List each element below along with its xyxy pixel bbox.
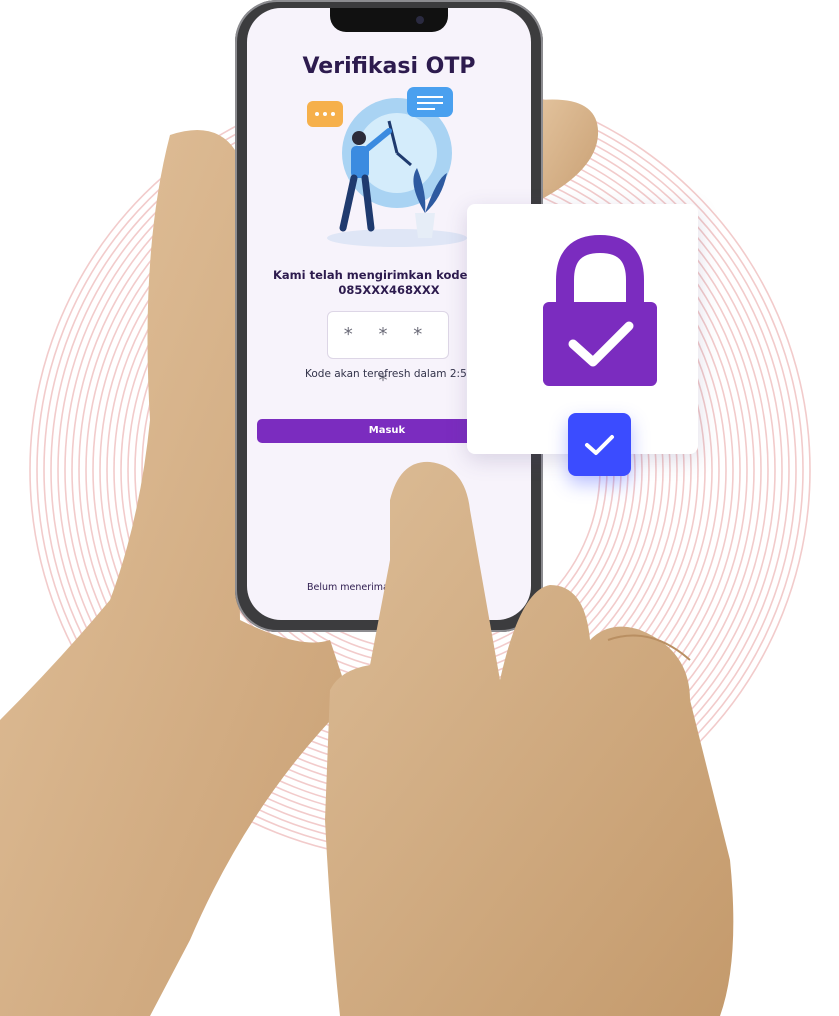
pointing-hand [325, 461, 734, 1016]
